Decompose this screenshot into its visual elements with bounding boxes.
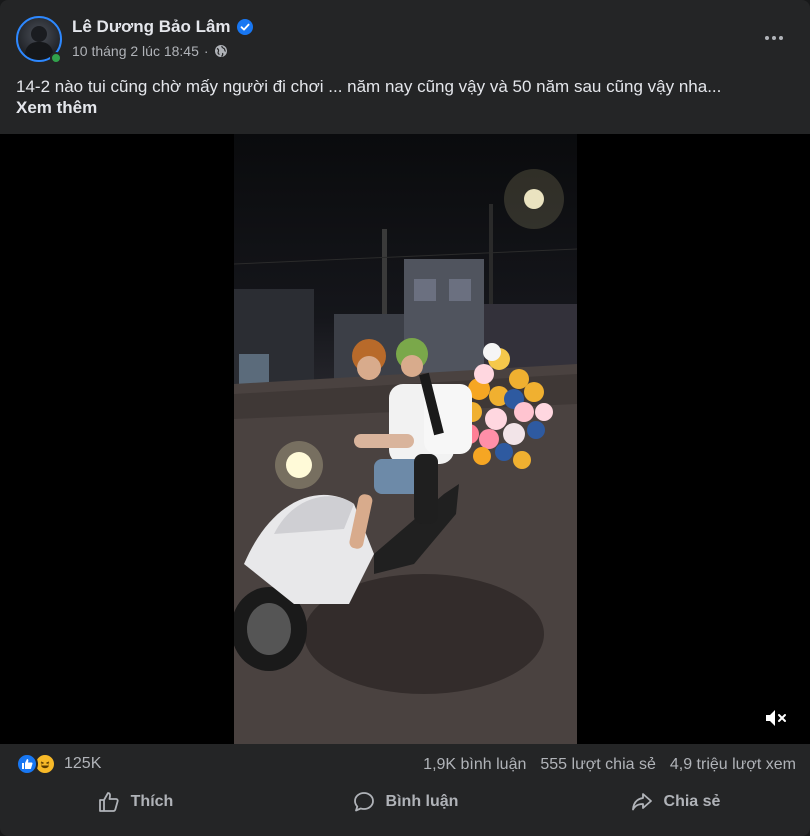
more-dot-icon bbox=[765, 36, 769, 40]
comment-icon bbox=[353, 792, 374, 812]
verified-badge-icon bbox=[236, 19, 253, 35]
more-dot-icon bbox=[779, 36, 783, 40]
more-options-button[interactable] bbox=[760, 26, 788, 50]
video-scene-image bbox=[234, 169, 577, 744]
author-row: Lê Dương Bảo Lâm bbox=[72, 17, 253, 37]
comment-button[interactable]: Bình luận bbox=[270, 782, 540, 822]
mute-icon[interactable] bbox=[762, 704, 790, 732]
like-button[interactable]: Thích bbox=[0, 782, 270, 822]
video-player[interactable] bbox=[0, 134, 810, 744]
more-dot-icon bbox=[772, 36, 776, 40]
meta-separator: · bbox=[203, 43, 209, 59]
post-header: Lê Dương Bảo Lâm 10 tháng 2 lúc 18:45 · bbox=[0, 0, 810, 72]
comment-count[interactable]: 1,9K bình luận bbox=[423, 756, 526, 774]
post-actions: Thích Bình luận Chia sẻ bbox=[0, 782, 810, 822]
author-name[interactable]: Lê Dương Bảo Lâm bbox=[72, 17, 231, 37]
like-reaction-icon bbox=[16, 753, 38, 775]
share-icon bbox=[631, 793, 652, 811]
reactions-summary[interactable]: 125K bbox=[16, 753, 101, 775]
globe-icon[interactable] bbox=[214, 44, 228, 58]
comment-label: Bình luận bbox=[385, 793, 459, 810]
online-status-dot bbox=[50, 52, 62, 64]
share-button[interactable]: Chia sẻ bbox=[540, 782, 810, 822]
avatar-head bbox=[31, 26, 47, 42]
avatar-body bbox=[25, 42, 53, 60]
like-label: Thích bbox=[130, 793, 174, 810]
video-frame bbox=[234, 134, 577, 744]
post-stats: 125K 1,9K bình luận 555 lượt chia sẻ 4,9… bbox=[0, 748, 810, 782]
post-timestamp[interactable]: 10 tháng 2 lúc 18:45 bbox=[72, 43, 199, 59]
see-more-link[interactable]: Xem thêm bbox=[16, 98, 97, 118]
thumbs-up-icon bbox=[98, 792, 119, 812]
post-meta: 10 tháng 2 lúc 18:45 · bbox=[72, 43, 228, 59]
view-count: 4,9 triệu lượt xem bbox=[669, 756, 796, 773]
facebook-post: Lê Dương Bảo Lâm 10 tháng 2 lúc 18:45 · … bbox=[0, 0, 810, 836]
share-label: Chia sẻ bbox=[663, 793, 721, 810]
share-count[interactable]: 555 lượt chia sẻ bbox=[540, 756, 655, 774]
engagement-stats: 1,9K bình luận 555 lượt chia sẻ 4,9 triệ… bbox=[423, 756, 796, 774]
reaction-count: 125K bbox=[64, 755, 102, 772]
post-caption: 14-2 nào tui cũng chờ mấy người đi chơi … bbox=[16, 77, 722, 96]
